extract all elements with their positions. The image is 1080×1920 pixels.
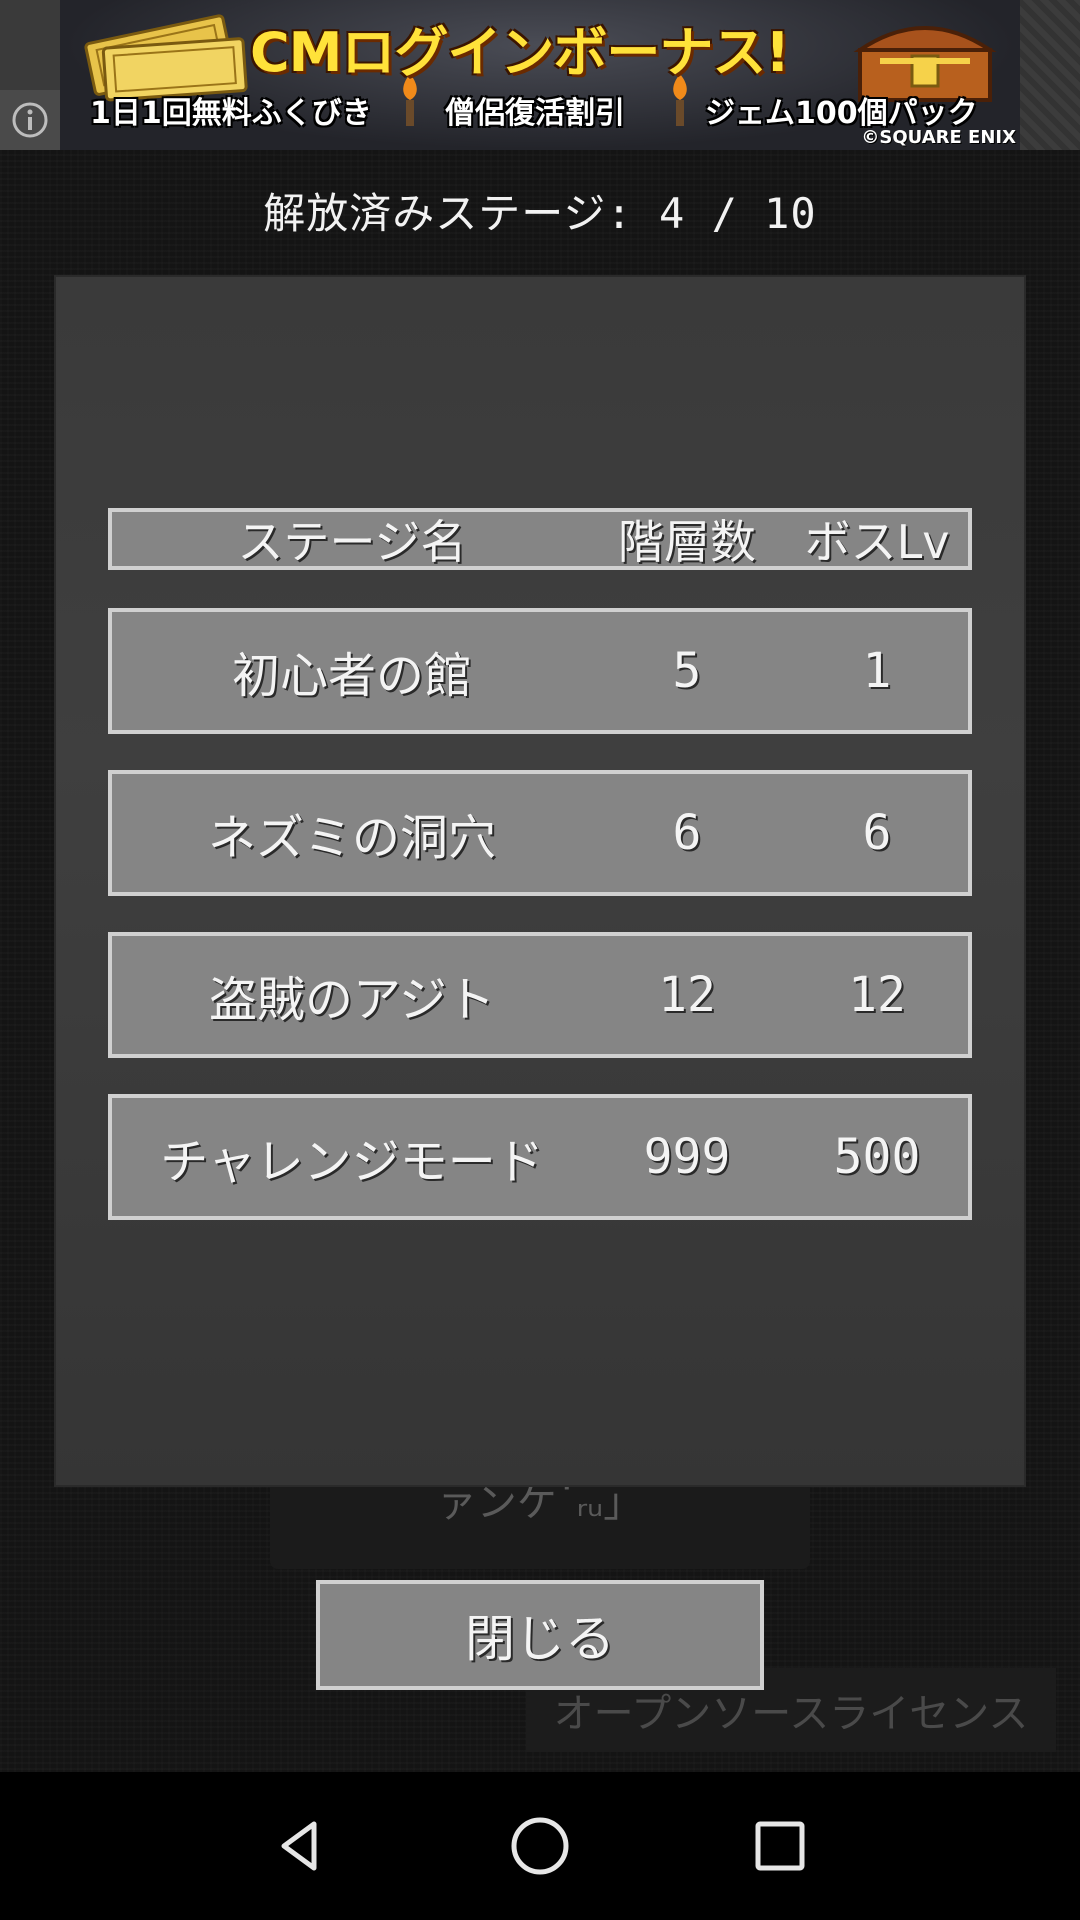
ad-banner[interactable]: CMログインボーナス! 1日1回無料ふくびき 僧侶復活割引 ジェム100個パック…	[0, 0, 1080, 150]
stage-boss-level: 500	[833, 1129, 921, 1185]
column-header-floors: 階層数	[618, 515, 756, 569]
column-header-boss-level: ボスLv	[804, 515, 950, 569]
android-navigation-bar	[0, 1772, 1080, 1920]
unlocked-stages-label: 解放済みステージ: 4 / 10	[263, 189, 817, 238]
stage-row-challenge-mode[interactable]: チャレンジモード 999 500	[108, 1094, 972, 1220]
survey-button-partial: ァンケ˙ᵣᵤ」	[270, 1487, 810, 1569]
home-circle-icon	[511, 1817, 569, 1875]
close-button-label: 閉じる	[465, 1610, 615, 1668]
back-triangle-icon	[281, 1821, 317, 1871]
stage-boss-level: 12	[848, 967, 906, 1023]
ad-artwork[interactable]: CMログインボーナス! 1日1回無料ふくびき 僧侶復活割引 ジェム100個パック…	[60, 0, 1020, 150]
ad-item-free-draw: 1日1回無料ふくびき	[90, 96, 372, 131]
stage-boss-level: 1	[862, 643, 892, 699]
ad-info-button[interactable]	[0, 90, 60, 150]
info-icon	[12, 102, 48, 138]
app-root: CMログインボーナス! 1日1回無料ふくびき 僧侶復活割引 ジェム100個パック…	[0, 0, 1080, 1920]
ad-item-gem-pack: ジェム100個パック	[705, 96, 978, 131]
stage-row-rat-cave[interactable]: ネズミの洞穴 6 6	[108, 770, 972, 896]
table-header: ステージ名 階層数 ボスLv	[108, 508, 972, 570]
ad-edge	[1020, 0, 1080, 150]
stage-name: 盗賊のアジト	[208, 972, 496, 1028]
stage-row-beginners-hall[interactable]: 初心者の館 5 1	[108, 608, 972, 734]
stage-name: 初心者の館	[231, 648, 472, 704]
stage-floors: 12	[658, 967, 716, 1023]
stage-boss-level: 6	[862, 805, 892, 861]
back-button[interactable]	[250, 1796, 350, 1896]
stage-floors: 999	[643, 1129, 731, 1185]
stage-row-thieves-hideout[interactable]: 盗賊のアジト 12 12	[108, 932, 972, 1058]
ad-title: CMログインボーナス!	[250, 21, 790, 84]
survey-button-label: ァンケ˙ᵣᵤ」	[436, 1487, 644, 1526]
ad-item-priest-discount: 僧侶復活割引	[445, 96, 625, 131]
column-header-stage-name: ステージ名	[237, 515, 467, 569]
recent-square-icon	[755, 1821, 805, 1871]
stage-floors: 5	[672, 643, 702, 699]
recent-apps-button[interactable]	[730, 1796, 830, 1896]
stage-name: ネズミの洞穴	[207, 810, 496, 866]
close-button[interactable]: 閉じる	[316, 1580, 764, 1690]
stage-floors: 6	[672, 805, 702, 861]
ad-copyright: ©SQUARE ENIX	[861, 127, 1016, 148]
home-button[interactable]	[490, 1796, 590, 1896]
stage-name: チャレンジモード	[160, 1134, 544, 1190]
